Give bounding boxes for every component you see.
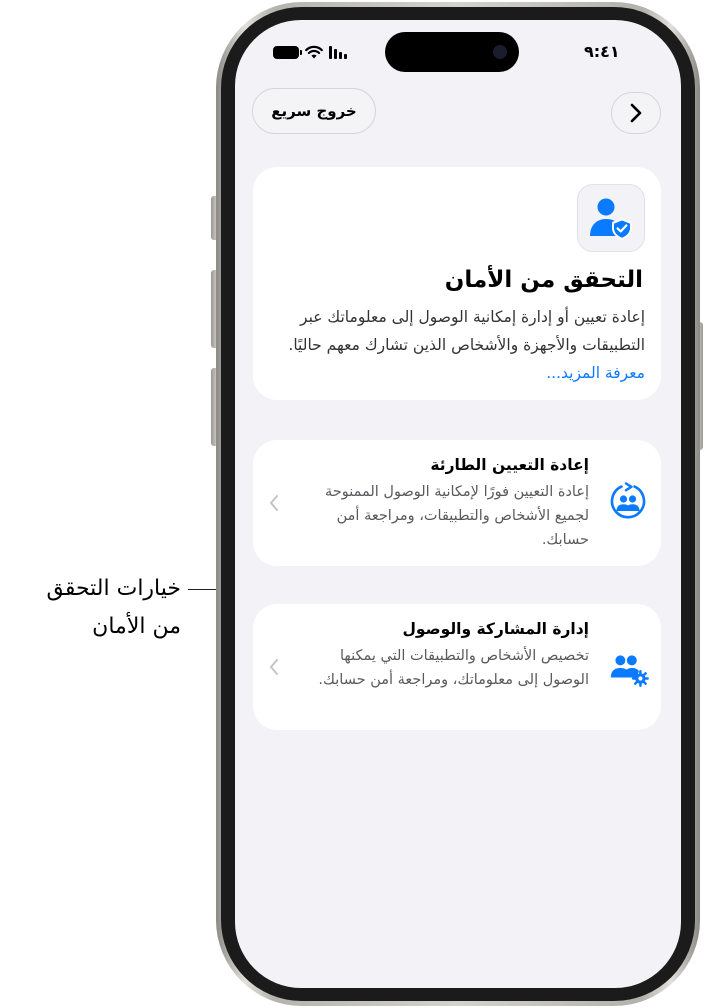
chevron-left-icon: [270, 495, 278, 511]
annotation-label: خيارات التحقق من الأمان: [46, 570, 181, 646]
status-bar: ٩:٤١: [235, 20, 681, 80]
status-time: ٩:٤١: [584, 42, 620, 61]
safety-check-app-icon: [577, 184, 645, 252]
safety-check-header-card: التحقق من الأمان إعادة تعيين أو إدارة إم…: [253, 167, 661, 400]
option-title: إعادة التعيين الطارئة: [430, 456, 589, 474]
option-description: تخصيص الأشخاص والتطبيقات التي يمكنها الو…: [318, 648, 589, 688]
quick-exit-button[interactable]: خروج سريع: [252, 88, 376, 134]
person-checkmark-shield-icon: [590, 198, 632, 240]
phone-screen: ٩:٤١ خروج سريع التحقق من الأمان إعادة تع…: [235, 20, 681, 988]
signal-icon: [329, 46, 347, 59]
option-icon: [607, 647, 649, 689]
forward-button[interactable]: [611, 92, 661, 134]
front-camera: [493, 45, 507, 59]
chevron-left-icon: [270, 659, 278, 675]
wifi-icon: [305, 45, 323, 59]
dynamic-island: [385, 32, 519, 72]
option-icon: [607, 481, 649, 523]
description-text: إعادة تعيين أو إدارة إمكانية الوصول إلى …: [288, 308, 645, 354]
status-icons: [273, 44, 351, 60]
chevron-right-icon: [630, 103, 642, 123]
manage-sharing-option[interactable]: إدارة المشاركة والوصول تخصيص الأشخاص وال…: [253, 604, 661, 730]
option-title: إدارة المشاركة والوصول: [402, 620, 589, 638]
page-title: التحقق من الأمان: [444, 267, 643, 293]
learn-more-link[interactable]: معرفة المزيد...: [546, 364, 645, 382]
people-reset-icon: [610, 482, 646, 519]
battery-icon: [273, 45, 302, 59]
option-description: إعادة التعيين فورًا لإمكانية الوصول المم…: [325, 484, 589, 548]
emergency-reset-option[interactable]: إعادة التعيين الطارئة إعادة التعيين فورً…: [253, 440, 661, 566]
annotation-line-1: خيارات التحقق: [46, 576, 181, 601]
people-gear-icon: [610, 655, 649, 687]
annotation-line-2: من الأمان: [92, 614, 181, 639]
page-description: إعادة تعيين أو إدارة إمكانية الوصول إلى …: [273, 303, 645, 387]
